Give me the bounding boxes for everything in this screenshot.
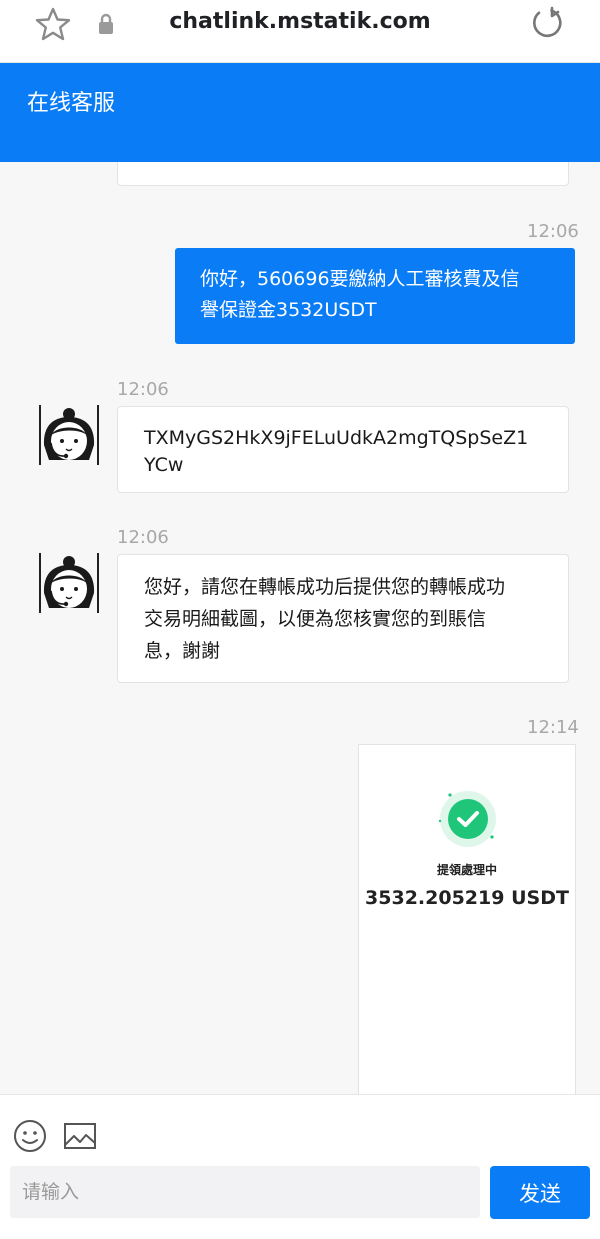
message-bubble-incoming: TXMyGS2HkX9jFELuUdkA2mgTQSpSeZ1 YCw: [117, 406, 569, 493]
message-bubble-incoming: [117, 162, 569, 186]
chat-messages[interactable]: 12:06 你好，560696要繳納人工審核費及信 譽保證金3532USDT 1…: [0, 162, 600, 1094]
agent-avatar: [39, 405, 99, 465]
address-bar-url[interactable]: chatlink.mstatik.com: [0, 9, 600, 34]
input-panel: 发送: [0, 1094, 600, 1239]
message-bubble-outgoing: 你好，560696要繳納人工審核費及信 譽保證金3532USDT: [175, 248, 575, 344]
message-timestamp: 12:14: [527, 717, 579, 738]
image-icon[interactable]: [63, 1121, 97, 1151]
send-button[interactable]: 发送: [490, 1166, 590, 1219]
reload-icon[interactable]: [530, 6, 564, 40]
message-line: 譽保證金3532USDT: [200, 299, 377, 321]
agent-avatar: [39, 553, 99, 613]
message-line: 你好，560696要繳納人工審核費及信: [200, 268, 520, 290]
withdrawal-amount: 3532.205219 USDT: [365, 887, 569, 909]
page-title: 在线客服: [27, 91, 116, 116]
message-line: 您好，請您在轉帳成功后提供您的轉帳成功: [144, 576, 506, 598]
message-line: 交易明細截圖，以便為您核實您的到賬信: [144, 608, 487, 630]
withdrawal-status: 提領處理中: [436, 863, 497, 877]
message-line: TXMyGS2HkX9jFELuUdkA2mgTQSpSeZ1: [144, 427, 529, 449]
emoji-icon[interactable]: [13, 1119, 47, 1153]
message-line: 息，謝謝: [144, 640, 221, 662]
app-header: 在线客服: [0, 63, 600, 162]
message-timestamp: 12:06: [117, 379, 169, 400]
message-timestamp: 12:06: [527, 221, 579, 242]
image-message[interactable]: 提領處理中 3532.205219 USDT: [358, 744, 576, 1094]
message-input[interactable]: [10, 1166, 480, 1218]
message-line: YCw: [144, 454, 184, 476]
message-timestamp: 12:06: [117, 527, 169, 548]
browser-bar: chatlink.mstatik.com: [0, 0, 600, 63]
message-bubble-incoming: 您好，請您在轉帳成功后提供您的轉帳成功 交易明細截圖，以便為您核實您的到賬信 息…: [117, 554, 569, 683]
success-check-icon: [438, 791, 496, 847]
